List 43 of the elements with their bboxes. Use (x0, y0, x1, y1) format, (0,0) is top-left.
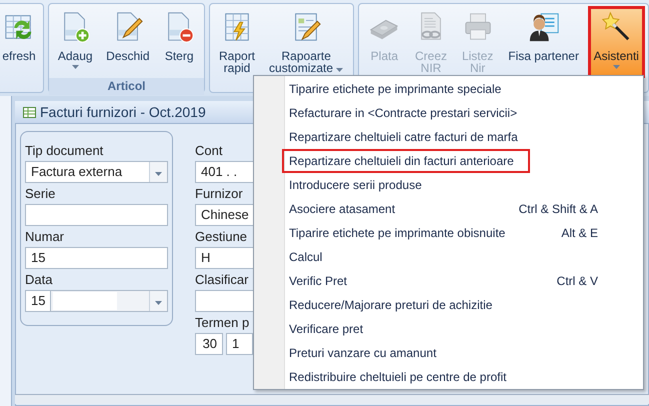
ribbon-button[interactable]: Raport rapid (213, 6, 262, 78)
caret-icon (155, 300, 162, 304)
scroll-bar[interactable] (15, 394, 649, 404)
input-field[interactable]: H (195, 247, 253, 269)
field-label: Data (25, 271, 54, 289)
field-label: Furnizor (195, 185, 244, 203)
field-label: Clasificar (195, 271, 250, 289)
menu-item[interactable]: Tiparire etichete pe imprimante speciale (282, 77, 628, 101)
ribbon-button[interactable]: Adaug (52, 6, 98, 78)
menu-item[interactable]: Verificare pret (282, 317, 628, 341)
menu-item[interactable]: Verific Pret Ctrl & V (282, 269, 628, 293)
input-field[interactable] (25, 204, 168, 226)
field-label: Cont (195, 142, 224, 160)
ribbon-button[interactable]: Asistenti (588, 6, 645, 78)
menu-item[interactable]: Tiparire etichete pe imprimante obisnuite Alt & E (282, 221, 628, 245)
field-label: Serie (25, 185, 56, 203)
menu-item[interactable]: Repartizare cheltuieli din facturi anterioare (282, 149, 530, 173)
input-field[interactable]: 1 (226, 333, 253, 355)
ribbon-button[interactable]: Sterg (157, 6, 201, 78)
input-field[interactable]: Chinese (195, 204, 253, 226)
ribbon-button[interactable]: efresh (0, 6, 40, 78)
menu-item[interactable]: Repartizare cheltuieli catre facturi de marfa (282, 125, 628, 149)
field-label: Numar (25, 228, 66, 246)
date-picker[interactable]: 15 (25, 290, 168, 312)
field-label: Termen p (195, 314, 250, 332)
menu-item[interactable]: Reducere/Majorare preturi de achizitie (282, 293, 628, 317)
menu-item[interactable]: Asociere atasament Ctrl & Shift & A (282, 197, 628, 221)
menu-item[interactable]: Introducere serii produse (282, 173, 628, 197)
combo-box[interactable]: Factura externa (25, 161, 168, 183)
person-card-icon (528, 11, 560, 43)
table-icon (23, 106, 36, 118)
input-field[interactable]: 30 (195, 333, 224, 355)
menu-item[interactable]: Preturi vanzare cu amanunt (282, 341, 628, 365)
menu-item[interactable]: Refacturare in <Contracte prestari servicii> (282, 101, 628, 125)
menu-item[interactable]: Calcul (282, 245, 628, 269)
field-label: Gestiune (195, 228, 248, 246)
ribbon-button[interactable]: Deschid (100, 6, 156, 78)
menu-item[interactable]: Redistribuire cheltuieli pe centre de profit (282, 365, 628, 389)
input-field[interactable]: 15 (25, 247, 168, 269)
input-field[interactable]: 401 . . (195, 161, 253, 183)
caret-icon (155, 172, 162, 176)
field-label: Tip document (25, 142, 104, 160)
group-label: Articol (49, 78, 204, 95)
